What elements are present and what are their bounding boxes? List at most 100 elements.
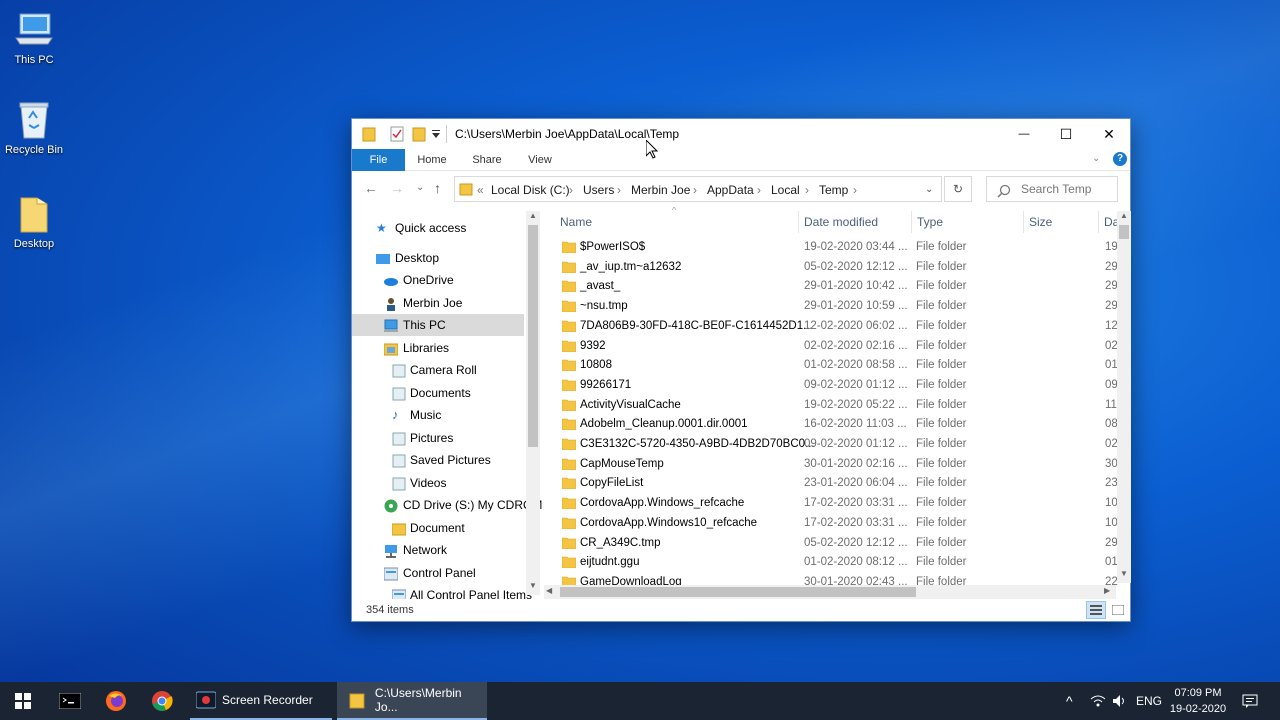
recent-chevron-icon[interactable]: ⌄ <box>416 182 424 193</box>
nav-item-control-panel[interactable]: Control Panel <box>352 562 524 584</box>
refresh-button[interactable]: ↻ <box>944 176 972 202</box>
nav-item-network[interactable]: Network <box>352 539 524 561</box>
taskbar-screen-recorder[interactable]: Screen Recorder <box>190 682 332 720</box>
title-bar[interactable]: C:\Users\Merbin Joe\AppData\Local\Temp —… <box>352 119 1130 149</box>
tab-file[interactable]: File <box>352 149 405 171</box>
tab-share[interactable]: Share <box>466 149 508 171</box>
search-input[interactable]: Search Temp <box>986 176 1118 202</box>
file-row[interactable]: ActivityVisualCache 19-02-2020 05:22 ... F… <box>560 395 1120 415</box>
nav-item-all-control-panel-items[interactable]: All Control Panel Items <box>352 584 532 599</box>
file-row[interactable]: 7DA806B9-30FD-418C-BE0F-C1614452D1... 12-… <box>560 316 1120 336</box>
taskbar-terminal[interactable] <box>48 682 92 720</box>
nav-item-camera-roll[interactable]: Camera Roll <box>352 359 524 381</box>
desktop-icon <box>376 251 390 265</box>
file-row[interactable]: CordovaApp.Windows10_refcache 17-02-2020 … <box>560 513 1120 533</box>
volume-icon[interactable] <box>1112 682 1128 720</box>
large-icons-view-icon[interactable] <box>1108 601 1128 619</box>
column-divider <box>1023 211 1024 233</box>
desktop-icon-desktop[interactable]: Desktop <box>0 194 70 250</box>
language-indicator[interactable]: ENG <box>1136 682 1162 720</box>
file-row[interactable]: Adobelm_Cleanup.0001.dir.0001 16-02-2020 … <box>560 414 1120 434</box>
breadcrumb-temp[interactable]: Temp <box>819 183 848 197</box>
scrollbar-thumb[interactable] <box>528 225 538 447</box>
scrollbar-thumb[interactable] <box>1119 225 1129 239</box>
nav-item-pictures[interactable]: Pictures <box>352 427 524 449</box>
taskbar-firefox[interactable] <box>94 682 138 720</box>
file-row[interactable]: 9392 02-02-2020 02:16 ... File folder 02 <box>560 336 1120 356</box>
nav-item-music[interactable]: ♪ Music <box>352 404 524 426</box>
nav-item-libraries[interactable]: Libraries <box>352 337 524 359</box>
file-name: CordovaApp.Windows_refcache <box>580 497 745 510</box>
scroll-left-icon[interactable]: ◀ <box>546 586 552 595</box>
scroll-up-icon[interactable]: ▲ <box>1120 211 1128 220</box>
notification-center-icon[interactable] <box>1240 682 1260 720</box>
file-row[interactable]: ~nsu.tmp 29-01-2020 10:59 ... File folder 2… <box>560 296 1120 316</box>
help-icon[interactable]: ? <box>1113 152 1127 166</box>
properties-icon[interactable] <box>390 126 404 142</box>
expand-ribbon-icon[interactable]: ⌄ <box>1092 153 1100 164</box>
breadcrumb-merbin-joe[interactable]: Merbin Joe <box>631 183 690 197</box>
file-row[interactable]: eijtudnt.ggu 01-02-2020 08:12 ... File fol… <box>560 552 1120 572</box>
nav-item-documents[interactable]: Documents <box>352 382 524 404</box>
column-header-name[interactable]: Name <box>560 215 592 229</box>
scrollbar-thumb[interactable] <box>560 587 916 597</box>
breadcrumb-local-disk[interactable]: Local Disk (C:) <box>491 183 570 197</box>
nav-pane-scrollbar[interactable]: ▲ ▼ <box>526 211 540 595</box>
nav-item-videos[interactable]: Videos <box>352 472 524 494</box>
desktop-icon-recycle-bin[interactable]: Recycle Bin <box>0 100 70 156</box>
taskbar-chrome[interactable] <box>140 682 184 720</box>
minimize-button[interactable]: — <box>1001 119 1047 149</box>
nav-item-cd-drive[interactable]: CD Drive (S:) My CDROM <box>352 494 542 516</box>
close-button[interactable]: ✕ <box>1086 119 1132 149</box>
file-list-hscrollbar[interactable]: ◀ ▶ <box>544 585 1116 599</box>
scroll-right-icon[interactable]: ▶ <box>1104 586 1110 595</box>
taskbar-file-explorer[interactable]: C:\Users\Merbin Jo... <box>337 682 487 720</box>
tab-home[interactable]: Home <box>412 149 452 171</box>
column-header-type[interactable]: Type <box>917 215 943 229</box>
nav-item-document[interactable]: Document <box>352 517 524 539</box>
breadcrumb-overflow[interactable]: « <box>477 183 484 197</box>
file-row[interactable]: CopyFileList 23-01-2020 06:04 ... File fol… <box>560 473 1120 493</box>
file-row[interactable]: _av_iup.tm~a12632 05-02-2020 12:12 ... Fil… <box>560 257 1120 277</box>
clock[interactable]: 07:09 PM 19-02-2020 <box>1168 682 1228 720</box>
details-view-icon[interactable] <box>1086 601 1106 619</box>
forward-arrow-icon[interactable]: → <box>390 180 404 196</box>
desktop-icon-this-pc[interactable]: This PC <box>0 10 70 66</box>
maximize-button[interactable]: ☐ <box>1043 119 1089 149</box>
column-header-date[interactable]: Date modified <box>804 215 878 229</box>
start-button[interactable] <box>0 682 46 720</box>
file-row[interactable]: C3E3132C-5720-4350-A9BD-4DB2D70BC0... 09-… <box>560 434 1120 454</box>
pc-icon <box>14 10 54 50</box>
scroll-down-icon[interactable]: ▼ <box>1120 569 1128 578</box>
file-row[interactable]: CapMouseTemp 30-01-2020 02:16 ... File fol… <box>560 454 1120 474</box>
nav-item-saved-pictures[interactable]: Saved Pictures <box>352 449 524 471</box>
nav-item-quick-access[interactable]: ★ Quick access <box>352 217 524 239</box>
file-row[interactable]: _avast_ 29-01-2020 10:42 ... File folder 29 <box>560 276 1120 296</box>
scroll-up-icon[interactable]: ▲ <box>529 211 537 220</box>
column-header-size[interactable]: Size <box>1029 215 1052 229</box>
scroll-down-icon[interactable]: ▼ <box>529 581 537 590</box>
nav-item-this-pc[interactable]: This PC <box>352 314 524 336</box>
show-hidden-icons-button[interactable]: ^ <box>1066 682 1073 720</box>
breadcrumb-users[interactable]: Users <box>583 183 614 197</box>
breadcrumb-local[interactable]: Local <box>771 183 800 197</box>
nav-item-onedrive[interactable]: OneDrive <box>352 269 524 291</box>
nav-item-merbin-joe[interactable]: Merbin Joe <box>352 292 524 314</box>
network-status-icon[interactable] <box>1090 682 1106 720</box>
nav-item-desktop[interactable]: Desktop <box>352 247 524 269</box>
tab-view[interactable]: View <box>520 149 560 171</box>
address-bar[interactable]: « Local Disk (C:) › Users › Merbin Joe ›… <box>454 176 942 202</box>
file-row[interactable]: $PowerISO$ 19-02-2020 03:44 ... File folde… <box>560 237 1120 257</box>
file-row[interactable]: 10808 01-02-2020 08:58 ... File folder 01 <box>560 355 1120 375</box>
file-row[interactable]: CR_A349C.tmp 05-02-2020 12:12 ... File fol… <box>560 533 1120 553</box>
new-folder-icon[interactable] <box>412 126 426 142</box>
back-arrow-icon[interactable]: ← <box>364 180 378 196</box>
up-arrow-icon[interactable]: ↑ <box>434 180 441 196</box>
file-list-scrollbar[interactable]: ▲ ▼ <box>1117 211 1131 583</box>
file-extra: 29 <box>1105 536 1118 549</box>
address-dropdown-icon[interactable]: ⌄ <box>925 184 933 195</box>
chevron-down-icon[interactable] <box>432 128 440 144</box>
file-row[interactable]: 99266171 09-02-2020 01:12 ... File folder 0… <box>560 375 1120 395</box>
file-row[interactable]: CordovaApp.Windows_refcache 17-02-2020 03… <box>560 493 1120 513</box>
breadcrumb-appdata[interactable]: AppData <box>707 183 754 197</box>
